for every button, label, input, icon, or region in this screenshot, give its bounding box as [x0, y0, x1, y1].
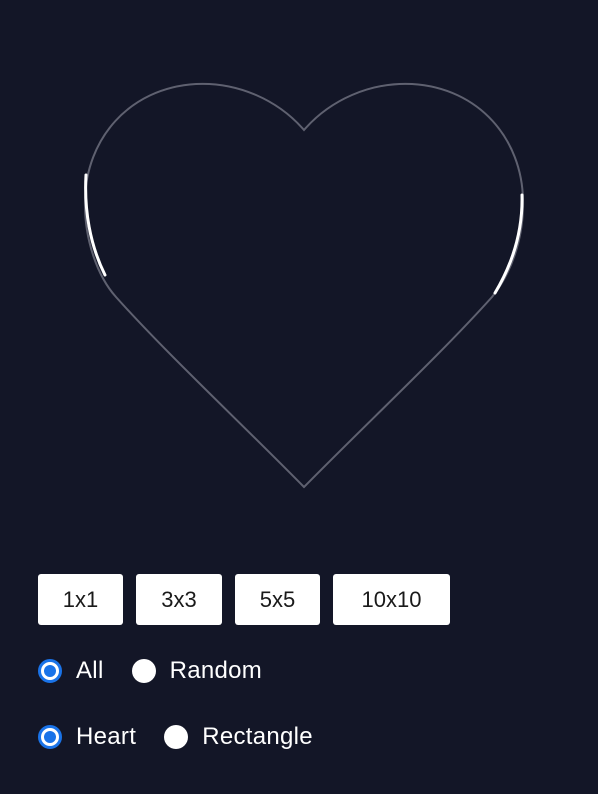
radio-rectangle-label: Rectangle — [202, 723, 313, 750]
radio-heart-label: Heart — [76, 723, 137, 750]
radio-heart-indicator[interactable] — [38, 725, 62, 749]
radio-all-indicator[interactable] — [38, 659, 62, 683]
grid-10x10-button[interactable]: 10x10 — [333, 574, 450, 625]
radio-all[interactable]: All — [38, 657, 104, 685]
selection-mode-group: All Random — [38, 657, 262, 685]
grid-1x1-button[interactable]: 1x1 — [38, 574, 123, 625]
radio-random-indicator[interactable] — [131, 659, 156, 683]
radio-random[interactable]: Random — [131, 657, 263, 685]
shape-group: Heart Rectangle — [38, 723, 313, 751]
radio-rectangle[interactable]: Rectangle — [164, 723, 313, 751]
radio-rectangle-indicator[interactable] — [164, 725, 189, 749]
grid-size-buttons: 1x1 3x3 5x5 10x10 — [38, 574, 450, 625]
radio-random-label: Random — [169, 657, 263, 684]
radio-heart[interactable]: Heart — [38, 723, 136, 751]
heart-outline — [83, 82, 525, 489]
radio-all-label: All — [76, 657, 104, 684]
heart-canvas — [83, 82, 525, 489]
grid-3x3-button[interactable]: 3x3 — [136, 574, 222, 625]
grid-5x5-button[interactable]: 5x5 — [235, 574, 320, 625]
